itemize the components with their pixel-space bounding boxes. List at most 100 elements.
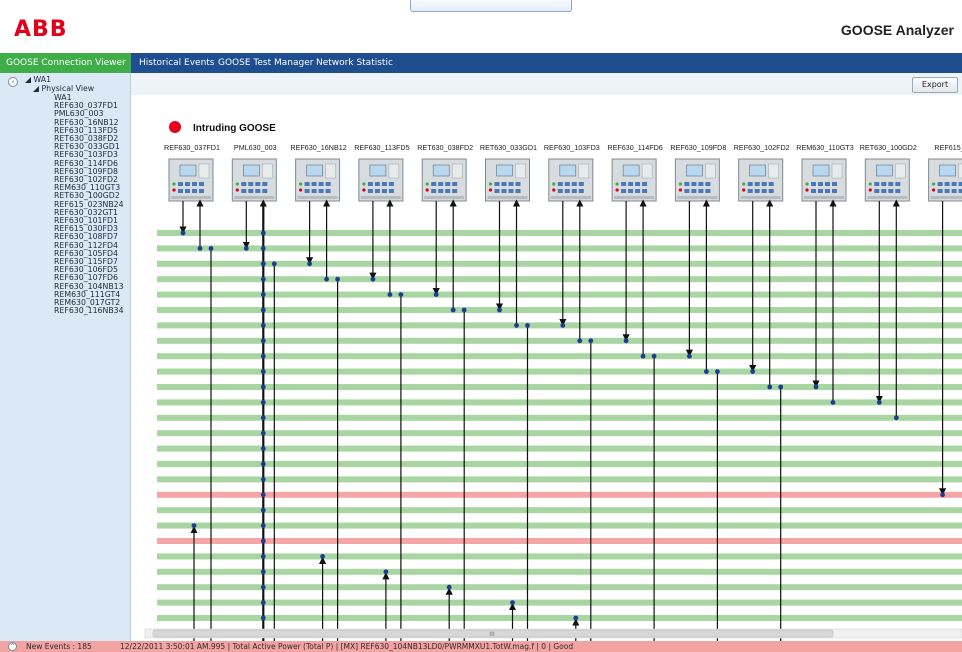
connection-dot[interactable] bbox=[830, 400, 836, 405]
connection-dot[interactable] bbox=[307, 261, 312, 267]
device-key-icon bbox=[818, 189, 823, 193]
connection-dot[interactable] bbox=[588, 338, 594, 344]
collapse-sidebar-icon[interactable]: ‹ bbox=[8, 77, 18, 87]
connection-dot[interactable] bbox=[651, 353, 657, 359]
connection-dot[interactable] bbox=[260, 261, 266, 267]
connection-dot[interactable] bbox=[260, 338, 266, 344]
connection-dot[interactable] bbox=[243, 246, 249, 251]
connection-dot[interactable] bbox=[260, 584, 266, 590]
connection-dot[interactable] bbox=[813, 384, 819, 390]
device-label[interactable]: REF630_102FD2 bbox=[734, 143, 790, 152]
connection-dot[interactable] bbox=[197, 246, 203, 251]
connection-dot[interactable] bbox=[433, 292, 439, 297]
connection-dot[interactable] bbox=[715, 369, 720, 374]
connection-dot[interactable] bbox=[260, 292, 266, 297]
device-led-icon bbox=[172, 182, 176, 186]
tab-historical-events[interactable]: Historical Events bbox=[133, 53, 221, 73]
connection-dot[interactable] bbox=[560, 323, 566, 328]
connection-dot[interactable] bbox=[260, 430, 266, 436]
connection-dot[interactable] bbox=[510, 600, 515, 605]
connection-dot[interactable] bbox=[260, 461, 266, 467]
goose-connection-diagram: Intruding GOOSE REF630_037FD1 PML630_003 RE… bbox=[144, 121, 962, 641]
connection-dot[interactable] bbox=[260, 446, 266, 451]
device-label[interactable]: REM630_110GT3 bbox=[796, 143, 853, 152]
connection-dot[interactable] bbox=[335, 276, 340, 282]
connection-dot[interactable] bbox=[260, 353, 266, 359]
connection-dot[interactable] bbox=[324, 276, 329, 282]
connection-dot[interactable] bbox=[260, 615, 266, 621]
connection-dot[interactable] bbox=[383, 569, 389, 575]
connection-dot[interactable] bbox=[271, 261, 277, 267]
connection-dot[interactable] bbox=[940, 492, 945, 498]
device-key-icon bbox=[958, 182, 962, 186]
connection-dot[interactable] bbox=[260, 600, 266, 605]
device-key-icon bbox=[367, 189, 373, 193]
device-label[interactable]: REF630_109FD8 bbox=[670, 143, 726, 152]
device-label[interactable]: REF630_114FD6 bbox=[607, 143, 662, 152]
connection-dot[interactable] bbox=[497, 307, 502, 313]
connection-dot[interactable] bbox=[260, 369, 266, 374]
connection-dot[interactable] bbox=[704, 369, 709, 374]
connection-dot[interactable] bbox=[260, 307, 266, 313]
connection-dot[interactable] bbox=[767, 384, 773, 390]
connection-dot[interactable] bbox=[525, 323, 530, 328]
connection-dot[interactable] bbox=[260, 415, 266, 421]
expand-events-icon[interactable]: ^ bbox=[8, 642, 17, 651]
connection-dot[interactable] bbox=[260, 400, 266, 405]
connection-dot[interactable] bbox=[623, 338, 629, 344]
tab-network-statistic[interactable]: Network Statistic bbox=[310, 53, 399, 73]
connection-dot[interactable] bbox=[260, 230, 266, 236]
connection-dot[interactable] bbox=[260, 323, 266, 328]
connection-dot[interactable] bbox=[450, 307, 456, 313]
connection-dot[interactable] bbox=[640, 353, 646, 359]
connection-dot[interactable] bbox=[320, 554, 325, 559]
device-label[interactable]: PML630_003 bbox=[234, 143, 277, 152]
connection-dot[interactable] bbox=[778, 384, 784, 390]
connection-dot[interactable] bbox=[180, 230, 186, 236]
tab-goose-test-manager[interactable]: GOOSE Test Manager bbox=[212, 53, 319, 73]
connection-dot[interactable] bbox=[398, 292, 404, 297]
device-label[interactable]: REF630_103FD3 bbox=[544, 143, 600, 152]
device-tree-panel: ‹ ◢ WA1 ◢ Physical View WA1 REF630_037FD1… bbox=[0, 73, 131, 641]
connection-dot[interactable] bbox=[750, 369, 756, 374]
connection-dot[interactable] bbox=[876, 400, 882, 405]
connection-dot[interactable] bbox=[260, 538, 266, 544]
device-key-icon bbox=[768, 189, 774, 193]
connection-dot[interactable] bbox=[514, 323, 519, 328]
connection-dot[interactable] bbox=[260, 507, 266, 513]
connection-dot[interactable] bbox=[446, 584, 452, 590]
connection-dot[interactable] bbox=[260, 477, 266, 482]
tree-item[interactable]: REF630_116NB34 bbox=[54, 306, 124, 315]
connection-dot[interactable] bbox=[687, 353, 692, 359]
connection-dot[interactable] bbox=[260, 492, 266, 498]
device-label[interactable]: REF630_037FD1 bbox=[164, 143, 220, 152]
main-panel: Export Intruding GOOSE REF630_037FD1 PML63… bbox=[131, 73, 962, 641]
tab-goose-connection-viewer[interactable]: GOOSE Connection Viewer bbox=[0, 53, 131, 73]
device-label[interactable]: RET630_038FD2 bbox=[417, 143, 473, 152]
connection-dot[interactable] bbox=[260, 523, 266, 528]
device-label[interactable]: RET630_033GD1 bbox=[480, 143, 537, 152]
connection-dot[interactable] bbox=[260, 569, 266, 575]
device-label[interactable]: REF630_16NB12 bbox=[290, 143, 346, 152]
connection-dot[interactable] bbox=[573, 615, 579, 621]
connection-dot[interactable] bbox=[260, 384, 266, 390]
connection-dot[interactable] bbox=[208, 246, 214, 251]
device-label[interactable]: REF630_113FD5 bbox=[354, 143, 409, 152]
device-key-icon bbox=[684, 189, 690, 193]
connection-dot[interactable] bbox=[893, 415, 899, 421]
device-key-icon bbox=[958, 189, 962, 193]
connection-dot[interactable] bbox=[191, 523, 197, 528]
new-events-count[interactable]: New Events : 185 bbox=[26, 641, 92, 652]
connection-dot[interactable] bbox=[577, 338, 583, 344]
connection-dot[interactable] bbox=[260, 554, 266, 559]
connection-dot[interactable] bbox=[260, 246, 266, 251]
connection-dot[interactable] bbox=[370, 276, 376, 282]
tree-physical-view[interactable]: ◢ Physical View bbox=[33, 84, 94, 93]
device-label[interactable]: RET630_100GD2 bbox=[860, 143, 917, 152]
device-label[interactable]: REF615_0 bbox=[934, 143, 962, 152]
connection-dot[interactable] bbox=[461, 307, 467, 313]
connection-dot[interactable] bbox=[260, 276, 266, 282]
tree-root-wa1[interactable]: ◢ WA1 bbox=[25, 75, 51, 84]
connection-dot[interactable] bbox=[387, 292, 393, 297]
top-input-field[interactable] bbox=[410, 0, 572, 12]
